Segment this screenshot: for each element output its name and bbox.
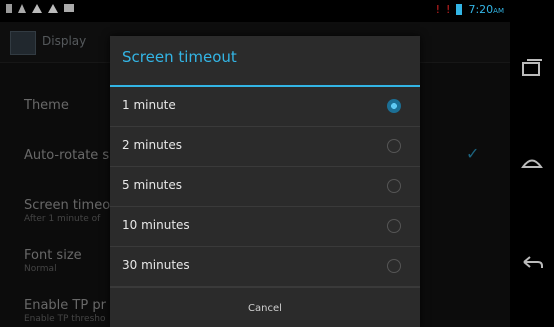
back-icon[interactable] — [518, 250, 546, 278]
option-label: 2 minutes — [122, 138, 183, 152]
option-label: 30 minutes — [122, 258, 190, 272]
screen-timeout-dialog: Screen timeout 1 minute 2 minutes 5 minu… — [110, 36, 420, 327]
radio-button[interactable] — [387, 219, 401, 233]
option-label: 1 minute — [122, 98, 176, 112]
radio-button-selected[interactable] — [387, 99, 401, 113]
timeout-option-10-minutes[interactable]: 10 minutes — [110, 207, 420, 247]
warning-icon — [32, 4, 42, 13]
notification-icon — [6, 4, 12, 13]
download-icon — [64, 4, 74, 12]
status-bar: ! ! 7:20AM — [0, 0, 510, 22]
recent-apps-icon[interactable] — [518, 55, 546, 83]
warning-icon — [48, 4, 58, 13]
radio-button[interactable] — [387, 179, 401, 193]
navigation-bar — [510, 0, 554, 327]
timeout-option-30-minutes[interactable]: 30 minutes — [110, 247, 420, 287]
timeout-option-5-minutes[interactable]: 5 minutes — [110, 167, 420, 207]
radio-button[interactable] — [387, 259, 401, 273]
clock: 7:20AM — [468, 3, 504, 16]
option-label: 10 minutes — [122, 218, 190, 232]
status-left — [6, 4, 74, 13]
option-label: 5 minutes — [122, 178, 183, 192]
status-right: ! ! 7:20AM — [436, 3, 504, 16]
dialog-title: Screen timeout — [122, 48, 237, 66]
battery-icon — [456, 4, 463, 15]
timeout-option-2-minutes[interactable]: 2 minutes — [110, 127, 420, 167]
home-icon[interactable] — [518, 150, 546, 178]
cancel-button[interactable]: Cancel — [110, 287, 420, 327]
warning-icon: ! — [435, 3, 441, 16]
usb-icon — [18, 4, 26, 13]
radio-button[interactable] — [387, 139, 401, 153]
timeout-option-1-minute[interactable]: 1 minute — [110, 87, 420, 127]
warning-icon: ! — [446, 3, 451, 16]
settings-screen: ! ! 7:20AM Display Theme Auto-rotate s ✓… — [0, 0, 510, 327]
